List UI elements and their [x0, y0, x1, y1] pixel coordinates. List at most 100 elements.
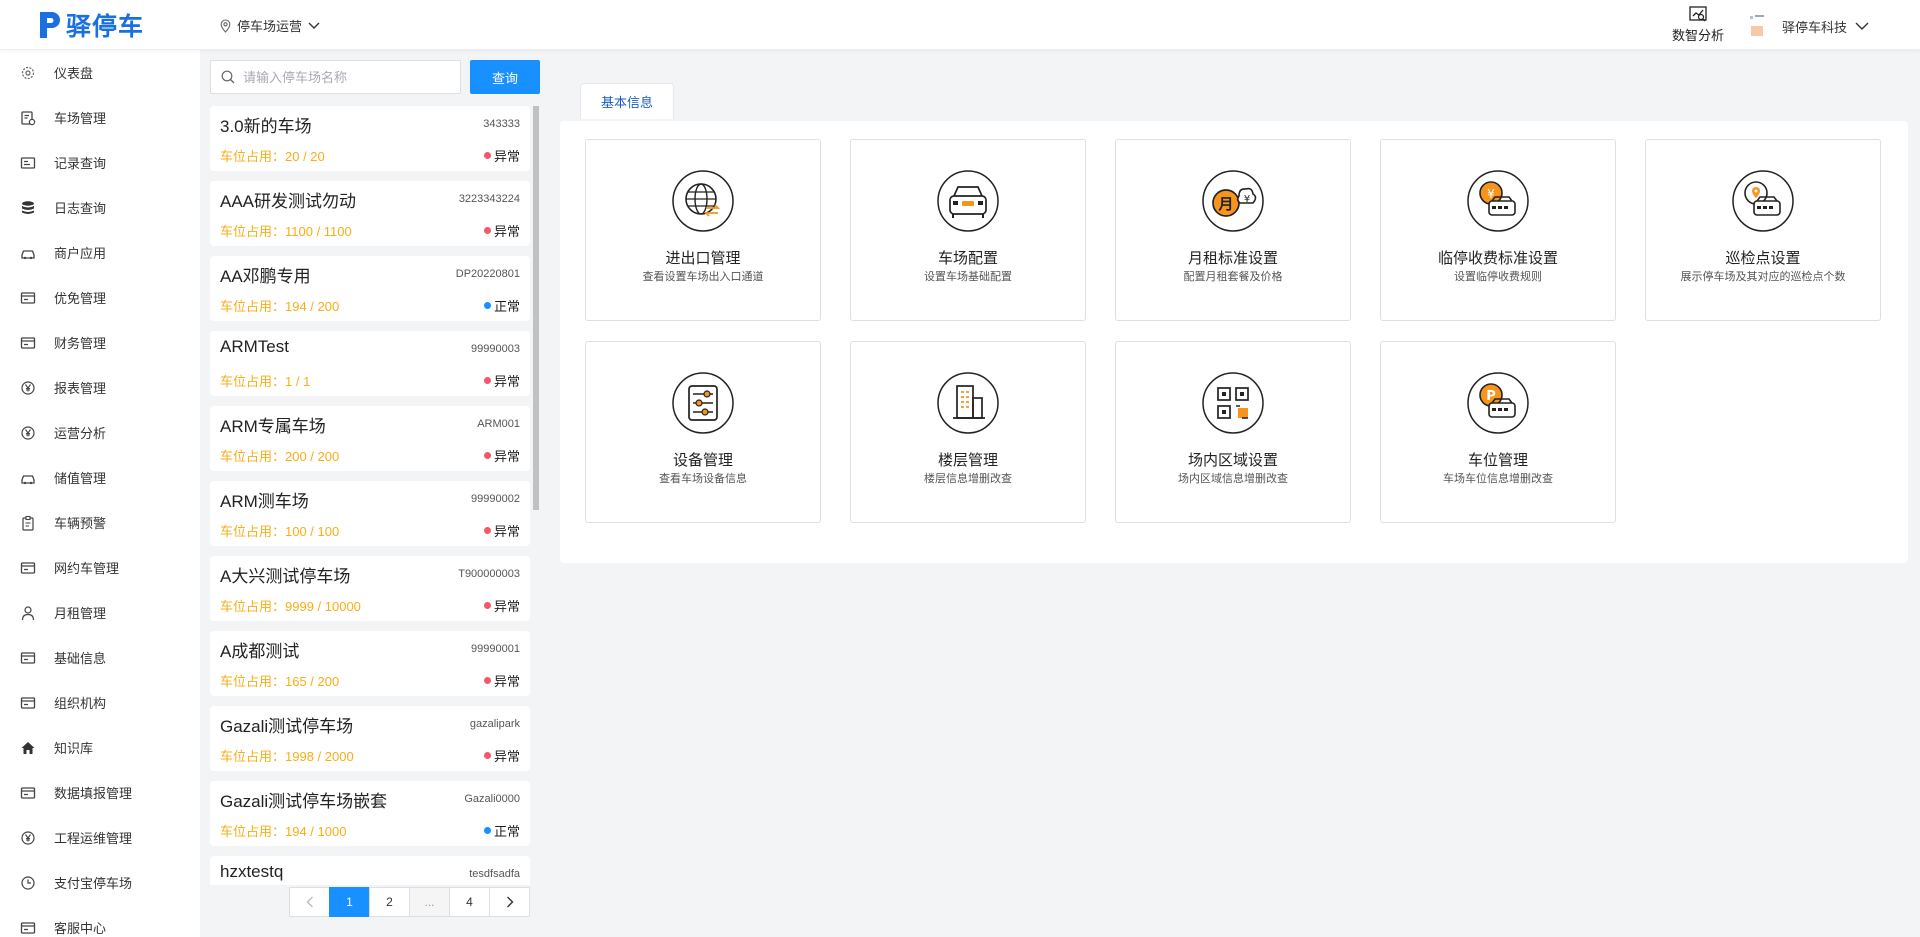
sidebar-item-label: 日志查询 — [54, 201, 107, 216]
sidebar-item-11[interactable]: 网约车管理 — [0, 545, 200, 590]
parking-lot-card[interactable]: A成都测试 99990001 车位占用：165 / 200 异常 — [210, 631, 530, 696]
card-icon — [20, 650, 36, 666]
sidebar-item-17[interactable]: 工程运维管理 — [0, 815, 200, 860]
feature-card[interactable]: 进出口管理 查看设置车场出入口通道 — [585, 139, 821, 321]
status-dot — [483, 752, 491, 759]
feature-card[interactable]: 设备管理查看车场设备信息 — [585, 341, 821, 523]
sidebar-item-18[interactable]: 支付宝停车场 — [0, 860, 200, 905]
parking-lot-usage: 车位占用：1998 / 2000 — [220, 749, 354, 764]
sidebar-item-0[interactable]: 仪表盘 — [0, 50, 200, 95]
app-logo[interactable]: 驿停车 — [38, 7, 144, 43]
status-text: 异常 — [493, 524, 520, 539]
search-input[interactable] — [243, 69, 443, 85]
status-dot — [483, 377, 491, 384]
globe-exchange-icon — [672, 170, 734, 232]
feature-card[interactable]: 月 ¥ 月租标准设置 配置月租套餐及价格 — [1115, 139, 1351, 321]
parking-lot-card[interactable]: 3.0新的车场 343333 车位占用：20 / 20 异常 — [210, 106, 530, 171]
feature-desc: 设置车场基础配置 — [924, 271, 1012, 283]
parking-lot-card[interactable]: ARM专属车场 ARM001 车位占用：200 / 200 异常 — [210, 406, 530, 471]
sidebar-item-label: 知识库 — [54, 741, 94, 756]
search-button[interactable]: 查询 — [470, 60, 540, 94]
parking-lot-code: gazalipark — [469, 718, 520, 730]
status-badge: 异常 — [483, 221, 520, 240]
page-button[interactable]: 2 — [369, 887, 410, 917]
tab-basic-info[interactable]: 基本信息 — [580, 83, 674, 119]
parking-lot-card[interactable]: ARM测车场 99990002 车位占用：100 / 100 异常 — [210, 481, 530, 546]
sidebar-item-5[interactable]: 优免管理 — [0, 275, 200, 320]
feature-card[interactable]: P 车位管理 车场车位信息增删改查 — [1380, 341, 1616, 523]
pagination: 1 2... 4 — [289, 887, 530, 917]
card-icon — [20, 560, 36, 576]
sidebar-item-16[interactable]: 数据填报管理 — [0, 770, 200, 815]
sidebar-item-10[interactable]: 车辆预警 — [0, 500, 200, 545]
feature-desc: 设置临停收费规则 — [1454, 271, 1542, 283]
sidebar-item-6[interactable]: 财务管理 — [0, 320, 200, 365]
parking-lot-name: Gazali测试停车场嵌套 — [220, 792, 388, 811]
feature-card[interactable]: ¥ 临停收费标准设置 设置临停收费规则 — [1380, 139, 1616, 321]
card-icon — [20, 335, 36, 351]
sidebar-item-2[interactable]: 记录查询 — [0, 140, 200, 185]
parking-space-icon: P — [1467, 372, 1529, 434]
chevron-down-icon — [1855, 22, 1869, 30]
sidebar-item-9[interactable]: 储值管理 — [0, 455, 200, 500]
feature-desc: 配置月租套餐及价格 — [1183, 271, 1283, 283]
svg-text:¥: ¥ — [1244, 194, 1250, 205]
status-text: 异常 — [493, 449, 520, 464]
parking-lot-card[interactable]: AA邓鹏专用 DP20220801 车位占用：194 / 200 正常 — [210, 256, 530, 321]
status-dot — [483, 677, 491, 684]
feature-card[interactable]: 场内区域设置 场内区域信息增删改查 — [1115, 341, 1351, 523]
sidebar-item-label: 客服中心 — [54, 921, 107, 936]
sidebar-item-15[interactable]: 知识库 — [0, 725, 200, 770]
analytics-button[interactable]: 数智分析 — [1668, 6, 1728, 44]
feature-card[interactable]: 巡检点设置 展示停车场及其对应的巡检点个数 — [1645, 139, 1881, 321]
sidebar-item-13[interactable]: 基础信息 — [0, 635, 200, 680]
sidebar-item-label: 报表管理 — [54, 381, 107, 396]
sidebar-item-19[interactable]: 客服中心 — [0, 905, 200, 937]
sidebar-item-7[interactable]: 报表管理 — [0, 365, 200, 410]
location-selector[interactable]: 停车场运营 — [220, 16, 326, 35]
parking-lot-name: A大兴测试停车场 — [220, 567, 351, 586]
parking-lot-usage: 车位占用：100 / 100 — [220, 524, 340, 539]
sidebar-item-3[interactable]: 日志查询 — [0, 185, 200, 230]
sidebar-item-12[interactable]: 月租管理 — [0, 590, 200, 635]
page-button[interactable]: 4 — [449, 887, 490, 917]
company-selector[interactable]: 驿停车科技 — [1748, 14, 1869, 38]
prev-page-button[interactable] — [289, 887, 330, 917]
parking-lot-list: 3.0新的车场 343333 车位占用：20 / 20 异常 AAA研发测试勿动 3223… — [210, 106, 530, 885]
page-button[interactable]: 1 — [329, 887, 370, 917]
card-icon — [20, 785, 36, 801]
parking-lot-code: ARM001 — [477, 418, 520, 430]
sidebar-item-label: 工程运维管理 — [54, 831, 133, 846]
inspection-point-icon — [1732, 170, 1794, 232]
sidebar-item-4[interactable]: 商户应用 — [0, 230, 200, 275]
feature-title: 设备管理 — [672, 452, 733, 469]
parking-lot-code: 99990002 — [471, 493, 520, 505]
parking-lot-card[interactable]: hzxtestq tesdfsadfa — [210, 856, 530, 885]
parking-lot-card[interactable]: AAA研发测试勿动 3223343224 车位占用：1100 / 1100 异常 — [210, 181, 530, 246]
parking-lot-code: 3223343224 — [458, 193, 520, 205]
status-dot — [483, 152, 491, 159]
feature-card[interactable]: 楼层管理 楼层信息增删改查 — [850, 341, 1086, 523]
parking-lot-usage: 车位占用：194 / 200 — [220, 299, 340, 314]
status-dot — [483, 227, 491, 234]
sidebar-item-label: 仪表盘 — [54, 66, 94, 81]
page-button[interactable]: ... — [409, 887, 450, 917]
sidebar-item-label: 网约车管理 — [54, 561, 120, 576]
feature-desc: 查看车场设备信息 — [659, 473, 747, 485]
sidebar-item-label: 月租管理 — [54, 606, 107, 621]
next-page-button[interactable] — [489, 887, 530, 917]
sidebar-item-8[interactable]: 运营分析 — [0, 410, 200, 455]
parking-lot-card[interactable]: A大兴测试停车场 T900000003 车位占用：9999 / 10000 异常 — [210, 556, 530, 621]
sidebar-item-label: 组织机构 — [54, 696, 107, 711]
parking-lot-card[interactable]: Gazali测试停车场 gazalipark 车位占用：1998 / 2000 异常 — [210, 706, 530, 771]
feature-card[interactable]: 车场配置 设置车场基础配置 — [850, 139, 1086, 321]
car-icon — [20, 470, 36, 486]
parking-lot-card[interactable]: Gazali测试停车场嵌套 Gazali0000 车位占用：194 / 1000 正常 — [210, 781, 530, 846]
sidebar-item-14[interactable]: 组织机构 — [0, 680, 200, 725]
parking-lot-code: 343333 — [483, 118, 520, 130]
scrollbar-thumb[interactable] — [533, 106, 539, 510]
status-dot — [483, 602, 491, 609]
sidebar-item-label: 数据填报管理 — [54, 786, 133, 801]
sidebar-item-1[interactable]: 车场管理 — [0, 95, 200, 140]
parking-lot-card[interactable]: ARMTest 99990003 车位占用：1 / 1 异常 — [210, 331, 530, 396]
